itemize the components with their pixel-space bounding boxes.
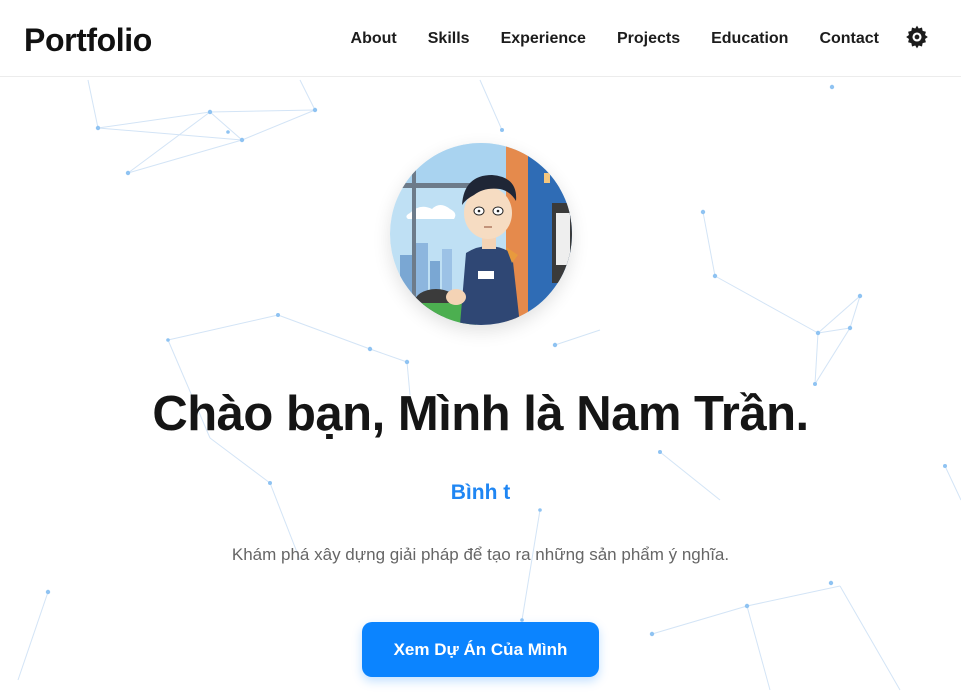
hero-tagline: Khám phá xây dựng giải pháp để tạo ra nh… bbox=[231, 545, 730, 564]
main-nav: About Skills Experience Projects Educati… bbox=[351, 29, 879, 49]
nav-projects[interactable]: Projects bbox=[617, 29, 680, 49]
view-projects-button[interactable]: Xem Dự Án Của Mình bbox=[362, 622, 599, 677]
nav-experience[interactable]: Experience bbox=[501, 29, 586, 49]
typing-role-text: Bình t bbox=[450, 481, 511, 504]
gear-icon[interactable] bbox=[904, 24, 930, 50]
nav-education[interactable]: Education bbox=[711, 29, 788, 49]
nav-skills[interactable]: Skills bbox=[428, 29, 470, 49]
nav-contact[interactable]: Contact bbox=[819, 29, 879, 49]
particle-network-background bbox=[17, 79, 961, 691]
portfolio-page: Portfolio About Skills Experience Projec… bbox=[0, 0, 961, 697]
avatar-illustration-icon bbox=[390, 143, 572, 325]
brand-logo[interactable]: Portfolio bbox=[24, 20, 152, 60]
site-header: Portfolio About Skills Experience Projec… bbox=[0, 0, 961, 77]
hero-title: Chào bạn, Mình là Nam Trần. bbox=[152, 387, 809, 441]
avatar bbox=[390, 143, 572, 325]
nav-about[interactable]: About bbox=[351, 29, 397, 49]
